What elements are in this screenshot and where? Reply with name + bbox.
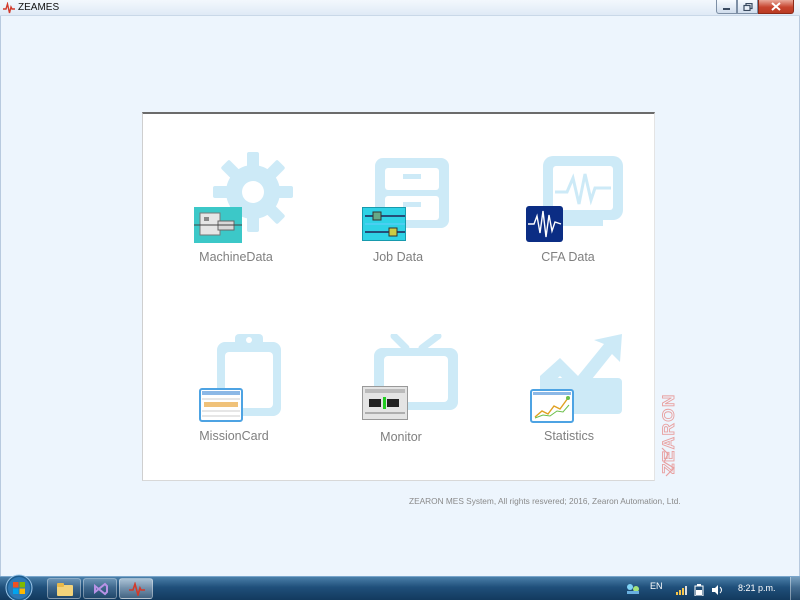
module-label: Statistics [543, 429, 594, 443]
machinedata-thumbnail [194, 207, 242, 243]
taskbar-visual-studio-button[interactable] [83, 578, 117, 599]
minimize-icon [723, 7, 730, 10]
module-label: Monitor [380, 430, 422, 444]
close-icon [771, 2, 781, 11]
window-controls [716, 0, 794, 14]
start-button[interactable] [3, 574, 35, 600]
pulse-icon [3, 2, 15, 14]
module-panel: MachineData Job Data CFA Data MissionCar… [142, 112, 655, 481]
volume-icon[interactable] [712, 584, 724, 596]
cfa-data-thumbnail [526, 206, 563, 242]
language-indicator[interactable]: EN [650, 581, 663, 591]
pulse-icon [129, 582, 145, 596]
copyright-text: ZEARON MES System, All rights resvered; … [409, 496, 681, 506]
title-bar: ZEAMES [0, 0, 800, 16]
signal-strength-icon[interactable] [676, 585, 688, 595]
network-people-icon[interactable] [626, 583, 640, 595]
watermark-text: ZEARON [659, 393, 678, 474]
maximize-icon [742, 2, 753, 11]
taskbar: EN 8:21 p.m. [0, 574, 800, 600]
minimize-button[interactable] [716, 0, 737, 14]
show-desktop-button[interactable] [790, 577, 800, 600]
visual-studio-icon [94, 582, 108, 596]
module-cfa-data[interactable]: CFA Data [493, 152, 643, 282]
module-label: CFA Data [541, 250, 595, 264]
battery-icon[interactable] [694, 584, 704, 596]
module-label: Job Data [372, 250, 424, 264]
module-machinedata[interactable]: MachineData [161, 152, 311, 282]
close-button[interactable] [758, 0, 794, 14]
window-title: ZEAMES [18, 2, 60, 13]
missioncard-thumbnail [199, 388, 243, 422]
taskbar-zeames-button[interactable] [119, 578, 153, 599]
brand-watermark: ZEARON [659, 393, 678, 477]
module-statistics[interactable]: Statistics [494, 332, 644, 462]
taskbar-explorer-button[interactable] [47, 578, 81, 599]
clock[interactable]: 8:21 p.m. [738, 583, 776, 593]
module-monitor[interactable]: Monitor [326, 334, 476, 464]
module-missioncard[interactable]: MissionCard [159, 332, 309, 462]
module-label: MachineData [199, 250, 273, 264]
monitor-thumbnail [362, 386, 408, 420]
folder-icon [57, 583, 73, 596]
module-label: MissionCard [199, 429, 269, 443]
module-job-data[interactable]: Job Data [323, 152, 473, 282]
statistics-thumbnail [530, 389, 574, 423]
job-data-thumbnail [362, 207, 406, 241]
system-tray: EN 8:21 p.m. [620, 577, 800, 600]
maximize-button[interactable] [737, 0, 758, 14]
